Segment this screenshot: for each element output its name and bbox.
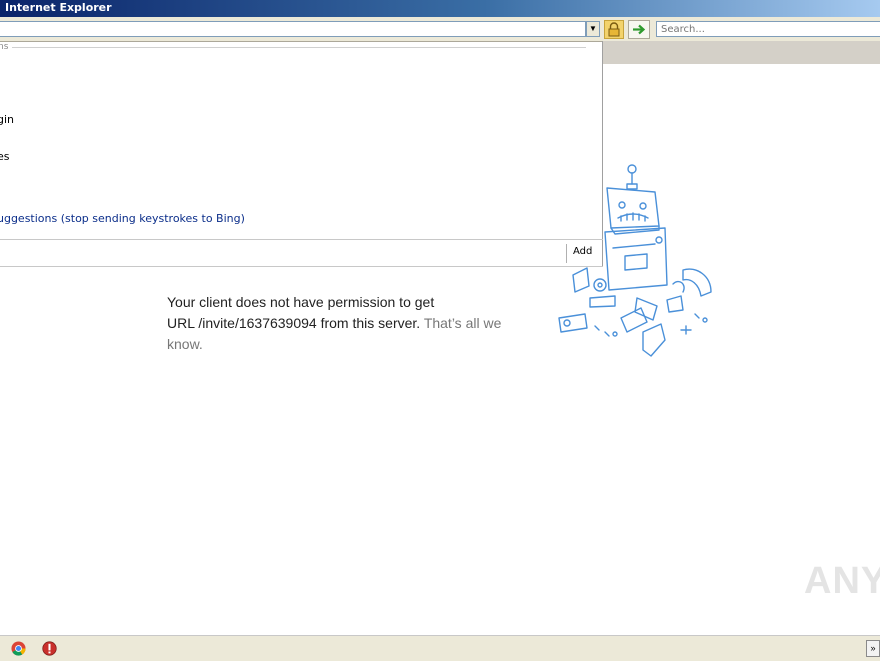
section-label: ns [0,42,9,52]
stop-icon[interactable] [42,641,57,656]
go-button[interactable] [628,20,650,39]
error-muted-1: That’s all we [423,315,502,331]
security-lock-button[interactable] [604,20,624,39]
watermark-logo: ANY [804,560,880,602]
error-message: Your client does not have permission to … [167,292,517,355]
error-line-2: URL /invite/1637639094 from this server. [167,315,421,331]
broken-robot-illustration [558,164,712,357]
section-divider [12,47,586,48]
lock-icon [608,22,620,37]
dropdown-item[interactable]: gin [0,113,14,126]
search-input[interactable] [656,21,880,37]
chevrons-up-icon: » [870,643,876,653]
error-muted-2: know. [167,336,203,352]
go-arrow-icon [633,24,646,35]
turn-off-suggestions-link[interactable]: uggestions (stop sending keystrokes to B… [0,212,245,225]
error-line-1: Your client does not have permission to … [167,294,435,310]
window-title: Internet Explorer [5,1,112,14]
command-bar-area [603,41,880,64]
title-bar: Internet Explorer [0,0,880,17]
tray-expand-button[interactable]: » [866,640,880,657]
add-row: Add [0,239,603,267]
address-dropdown-button[interactable]: ▼ [586,21,600,37]
taskbar: » [0,635,880,661]
chevron-down-icon: ▼ [589,24,597,33]
dropdown-item[interactable]: es [0,150,10,163]
address-bar[interactable] [0,21,586,37]
chrome-icon[interactable] [11,641,26,656]
address-toolbar: ▼ [0,17,880,42]
